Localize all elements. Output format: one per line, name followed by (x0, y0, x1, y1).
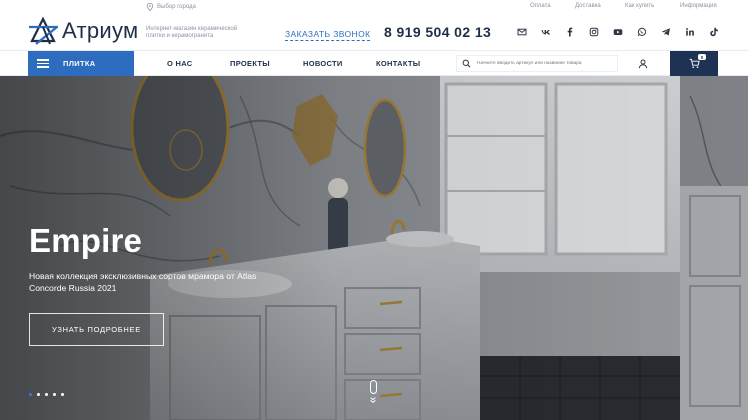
linkedin-icon[interactable] (678, 26, 702, 38)
social-links (510, 26, 726, 38)
slider-dots (29, 393, 64, 396)
cart-count-badge: 0 (698, 54, 706, 60)
mouse-icon (369, 380, 377, 394)
tiktok-icon[interactable] (702, 26, 726, 38)
logo-star-icon (29, 16, 58, 45)
logo[interactable]: Атриум (28, 16, 138, 46)
whatsapp-icon[interactable] (630, 26, 654, 38)
city-selector[interactable]: Выбор города (146, 3, 196, 11)
top-bar: Атриум Выбор города Интернет-магазин кер… (0, 0, 748, 50)
phone-number[interactable]: 8 919 504 02 13 (384, 24, 491, 40)
slider-dot[interactable] (61, 393, 64, 396)
top-link-payment[interactable]: Оплата (530, 3, 575, 9)
slider-dot[interactable] (29, 393, 32, 396)
search-input[interactable] (477, 61, 617, 66)
slider-dot[interactable] (53, 393, 56, 396)
tagline: Интернет-магазин керамической плитки и к… (146, 26, 238, 39)
scroll-down-indicator[interactable] (368, 380, 378, 410)
nav-link-projects[interactable]: ПРОЕКТЫ (230, 59, 270, 68)
hero-title: Empire (29, 222, 143, 259)
vk-icon[interactable] (534, 26, 558, 38)
main-nav: ПЛИТКА О НАС ПРОЕКТЫ НОВОСТИ КОНТАКТЫ На… (0, 50, 748, 76)
city-label: Выбор города (157, 4, 196, 10)
chevron-down-icon (370, 397, 376, 404)
nav-link-news[interactable]: НОВОСТИ (303, 59, 343, 68)
cart-icon (689, 58, 700, 68)
top-link-how-to-buy[interactable]: Как купить (625, 3, 680, 9)
catalog-label: ПЛИТКА (63, 59, 96, 68)
page: Атриум Выбор города Интернет-магазин кер… (0, 0, 748, 420)
facebook-icon[interactable] (558, 26, 582, 38)
top-link-delivery[interactable]: Доставка (575, 3, 625, 9)
top-links: Оплата Доставка Как купить Информация (530, 3, 717, 9)
slider-dot[interactable] (45, 393, 48, 396)
user-icon (638, 59, 648, 69)
slider-dot[interactable] (37, 393, 40, 396)
search-icon (462, 59, 471, 68)
nav-link-about[interactable]: О НАС (167, 59, 192, 68)
callback-link[interactable]: ЗАКАЗАТЬ ЗВОНОК (285, 29, 371, 41)
cart-button[interactable]: 0 (670, 51, 718, 76)
location-pin-icon (146, 3, 154, 11)
menu-icon (37, 59, 49, 68)
logo-text: Атриум (62, 18, 139, 43)
top-link-info[interactable]: Информация (680, 3, 717, 9)
search-box[interactable] (456, 55, 618, 72)
learn-more-button[interactable]: УЗНАТЬ ПОДРОБНЕЕ (29, 313, 164, 346)
youtube-icon[interactable] (606, 26, 630, 38)
telegram-icon[interactable] (654, 26, 678, 38)
mail-icon[interactable] (510, 26, 534, 38)
hero-banner: Empire Новая коллекция эксклюзивных сорт… (0, 76, 748, 420)
nav-link-contacts[interactable]: КОНТАКТЫ (376, 59, 420, 68)
catalog-button[interactable]: ПЛИТКА (28, 51, 134, 76)
account-button[interactable] (636, 57, 650, 71)
instagram-icon[interactable] (582, 26, 606, 38)
hero-subtitle: Новая коллекция эксклюзивных сортов мрам… (29, 271, 257, 293)
